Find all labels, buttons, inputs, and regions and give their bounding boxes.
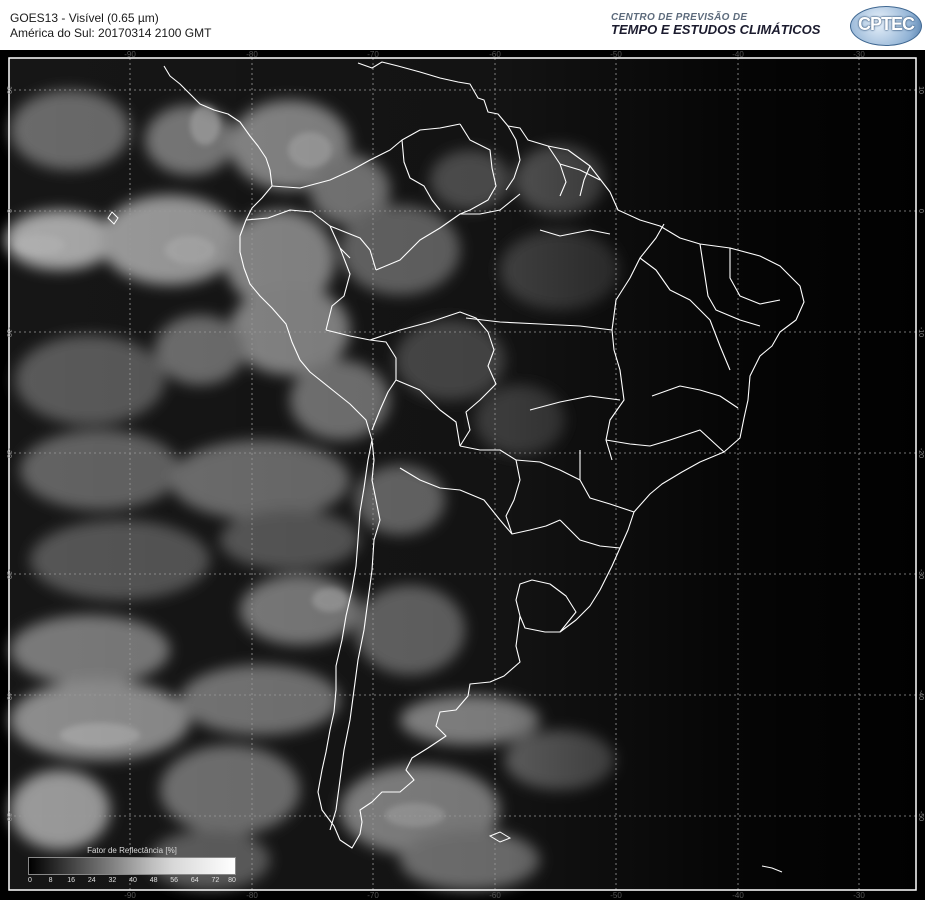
svg-text:10: 10	[917, 86, 924, 94]
colorbar-tick: 56	[170, 877, 179, 884]
cptec-logo: CPTEC	[850, 6, 922, 46]
svg-text:-50: -50	[610, 50, 622, 59]
cptec-logo-text: CPTEC	[857, 14, 915, 34]
svg-text:-40: -40	[732, 891, 744, 900]
colorbar-tick: 40	[129, 877, 137, 884]
svg-text:-70: -70	[367, 50, 379, 59]
svg-text:-30: -30	[5, 569, 12, 579]
svg-text:-40: -40	[5, 690, 12, 700]
reflectance-colorbar: Fator de Reflectância [%] 0 8 16 24 32 4…	[26, 846, 238, 886]
svg-text:0: 0	[917, 209, 924, 213]
svg-text:-30: -30	[853, 891, 865, 900]
svg-text:-10: -10	[917, 327, 924, 337]
svg-text:-30: -30	[853, 50, 865, 59]
svg-text:-60: -60	[489, 50, 501, 59]
day-night-shading	[9, 58, 916, 890]
svg-text:-30: -30	[917, 569, 924, 579]
svg-text:-40: -40	[732, 50, 744, 59]
colorbar-tick: 48	[149, 877, 158, 884]
svg-text:-50: -50	[610, 891, 622, 900]
colorbar-tick: 16	[67, 877, 76, 884]
svg-text:-50: -50	[917, 811, 924, 821]
colorbar-gradient	[28, 857, 236, 875]
colorbar-tick: 8	[48, 877, 53, 884]
svg-text:-50: -50	[5, 811, 12, 821]
svg-text:-90: -90	[124, 891, 136, 900]
svg-text:-40: -40	[917, 690, 924, 700]
svg-text:10: 10	[5, 86, 12, 94]
region-datetime: América do Sul: 20170314 2100 GMT	[10, 26, 212, 40]
svg-text:-80: -80	[246, 891, 258, 900]
svg-text:-60: -60	[489, 891, 501, 900]
colorbar-tick: 0	[28, 877, 32, 884]
svg-text:0: 0	[5, 209, 12, 213]
product-title: GOES13 - Visível (0.65 µm)	[10, 11, 159, 25]
org-name-line2: TEMPO E ESTUDOS CLIMÁTICOS	[611, 22, 821, 37]
svg-text:-90: -90	[124, 50, 136, 59]
colorbar-ticks: 0 8 16 24 32 40 48 56 64 72 80	[26, 877, 238, 887]
colorbar-title: Fator de Reflectância [%]	[87, 846, 177, 855]
satellite-map: -90 -80 -70 -60 -50 -40 -30 -90 -80 -70 …	[0, 50, 925, 900]
colorbar-tick: 24	[87, 877, 96, 884]
colorbar-tick: 64	[190, 877, 199, 884]
svg-text:-80: -80	[246, 50, 258, 59]
header-bar: GOES13 - Visível (0.65 µm) América do Su…	[0, 0, 925, 50]
svg-text:-20: -20	[5, 448, 12, 458]
colorbar-tick: 32	[108, 877, 117, 884]
colorbar-tick: 80	[228, 877, 236, 884]
colorbar-tick: 72	[211, 877, 220, 884]
svg-text:-70: -70	[367, 891, 379, 900]
svg-text:-10: -10	[5, 327, 12, 337]
svg-text:-20: -20	[917, 448, 924, 458]
